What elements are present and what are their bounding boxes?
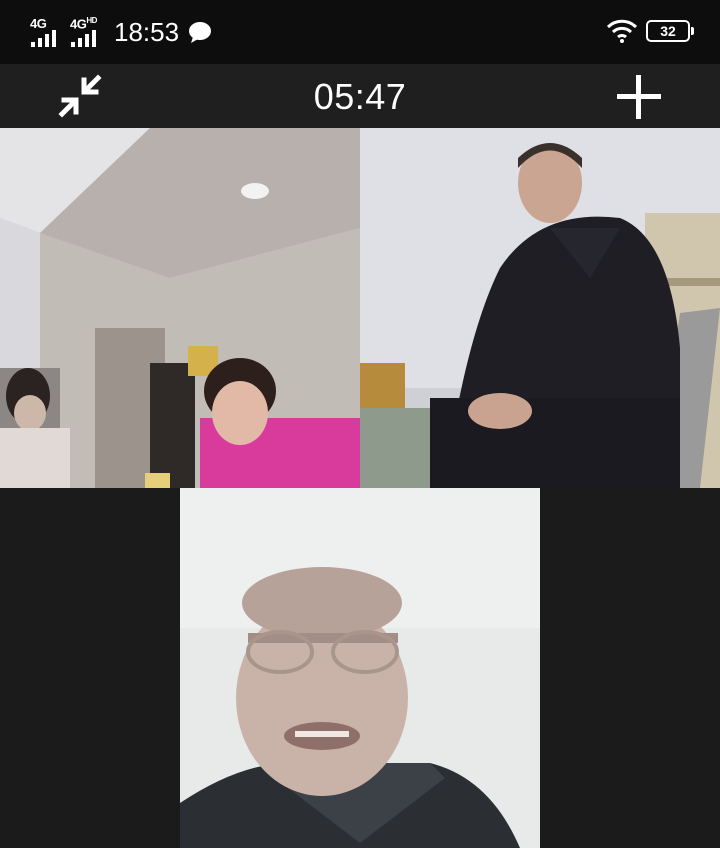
battery-icon: 32 (646, 20, 694, 42)
status-right: 32 (606, 18, 694, 44)
network-type-2-suffix: HD (86, 16, 97, 25)
add-participant-icon[interactable] (614, 72, 664, 122)
network-type-1: 4G (30, 16, 47, 31)
video-feed-2 (360, 128, 720, 488)
call-duration: 05:47 (313, 76, 407, 117)
wifi-icon (606, 19, 638, 43)
status-left: 4G 4GHD 18:53 (30, 12, 213, 52)
video-tile-3[interactable] (180, 488, 540, 848)
network-indicator-1: 4G (30, 14, 64, 50)
video-tile-2[interactable] (360, 128, 720, 488)
video-feed-1 (0, 128, 360, 488)
clock: 18:53 (114, 16, 180, 47)
video-feed-3 (180, 488, 540, 848)
chat-bubble-icon (189, 22, 212, 43)
signal-bars-icon (71, 30, 96, 47)
network-indicator-2: 4GHD (70, 14, 104, 50)
signal-bars-icon (31, 30, 56, 47)
video-tile-1[interactable] (0, 128, 360, 488)
status-bar: 4G 4GHD 18:53 32 (0, 0, 720, 64)
call-header: 05:47 (0, 64, 720, 128)
